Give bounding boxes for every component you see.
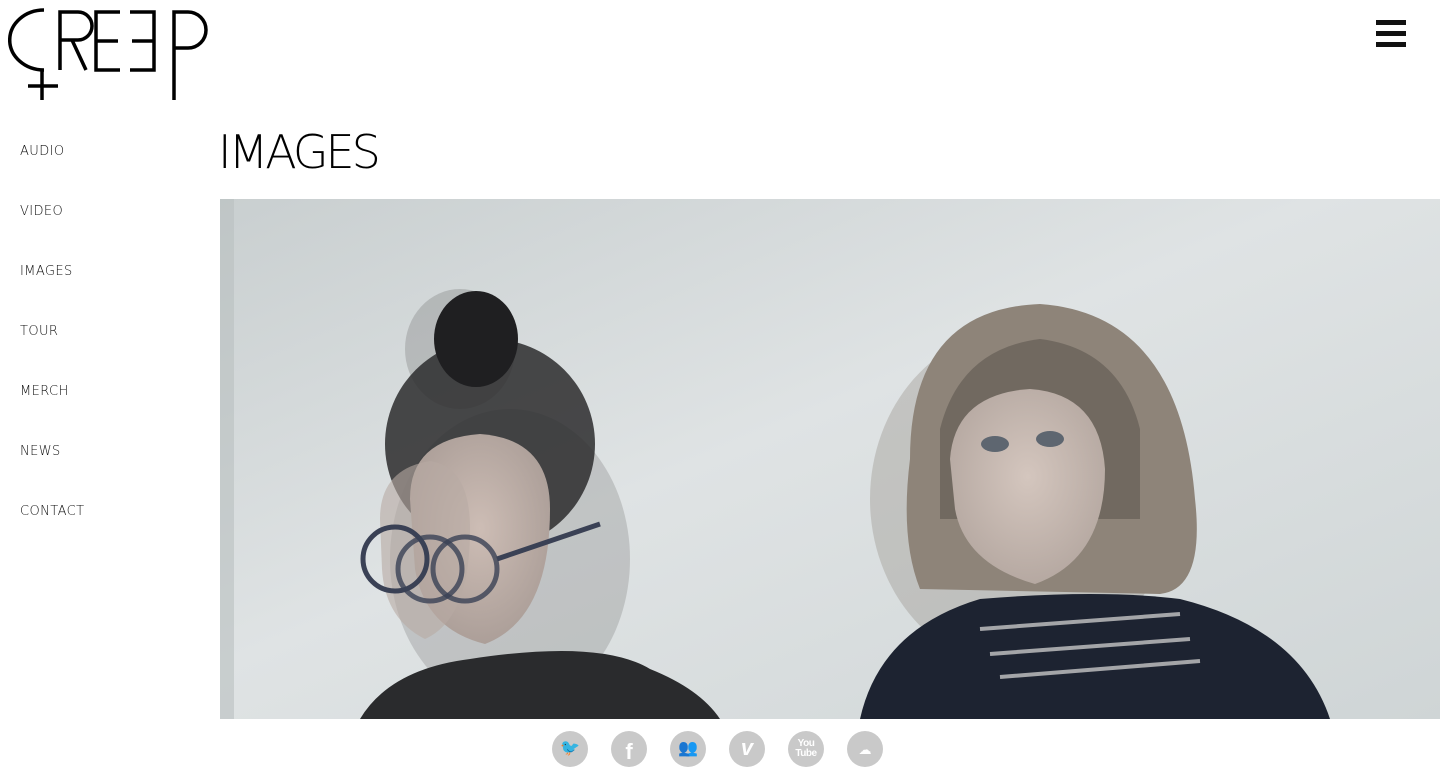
band-photo-image (220, 199, 1440, 719)
vimeo-icon[interactable]: v (729, 731, 765, 767)
creep-logo-icon (8, 8, 208, 100)
band-photo[interactable] (220, 199, 1440, 719)
facebook-icon[interactable]: f (611, 731, 647, 767)
nav-link-audio[interactable]: AUDIO (20, 144, 65, 159)
site-logo[interactable]: CREEP (8, 6, 213, 106)
hamburger-bar (1376, 31, 1406, 36)
twitter-icon[interactable]: 🐦 (552, 731, 588, 767)
hamburger-icon[interactable] (1374, 18, 1408, 50)
page-title: IMAGES (218, 125, 381, 179)
youtube-glyph: You Tube (795, 738, 817, 759)
soundcloud-glyph: ☁ (858, 741, 872, 757)
nav-link-tour[interactable]: TOUR (20, 324, 58, 339)
nav-item-audio: AUDIO (20, 140, 200, 200)
nav-item-video: VIDEO (20, 200, 200, 260)
myspace-icon[interactable]: 👥 (670, 731, 706, 767)
sidebar-nav: AUDIO VIDEO IMAGES TOUR MERCH NEWS CONTA… (20, 140, 200, 560)
nav-link-video[interactable]: VIDEO (20, 204, 63, 219)
hamburger-bar (1376, 42, 1406, 47)
page: CREEP AUDIO VIDEO IMAGES TOUR MERCH NEWS… (0, 0, 1440, 778)
nav-item-images: IMAGES (20, 260, 200, 320)
nav-item-merch: MERCH (20, 380, 200, 440)
nav-link-merch[interactable]: MERCH (20, 384, 69, 399)
vimeo-glyph: v (740, 735, 754, 760)
twitter-glyph: 🐦 (560, 740, 580, 757)
nav-link-contact[interactable]: CONTACT (20, 504, 84, 519)
youtube-icon[interactable]: You Tube (788, 731, 824, 767)
myspace-glyph: 👥 (678, 740, 698, 757)
social-links: 🐦 f 👥 v You Tube ☁ (552, 731, 883, 767)
nav-item-contact: CONTACT (20, 500, 200, 560)
nav-item-tour: TOUR (20, 320, 200, 380)
logo-text: CREEP (8, 106, 9, 107)
hamburger-bar (1376, 20, 1406, 25)
nav-item-news: NEWS (20, 440, 200, 500)
facebook-glyph: f (625, 739, 633, 764)
nav-link-news[interactable]: NEWS (20, 444, 61, 459)
soundcloud-icon[interactable]: ☁ (847, 731, 883, 767)
nav-link-images[interactable]: IMAGES (20, 264, 73, 279)
